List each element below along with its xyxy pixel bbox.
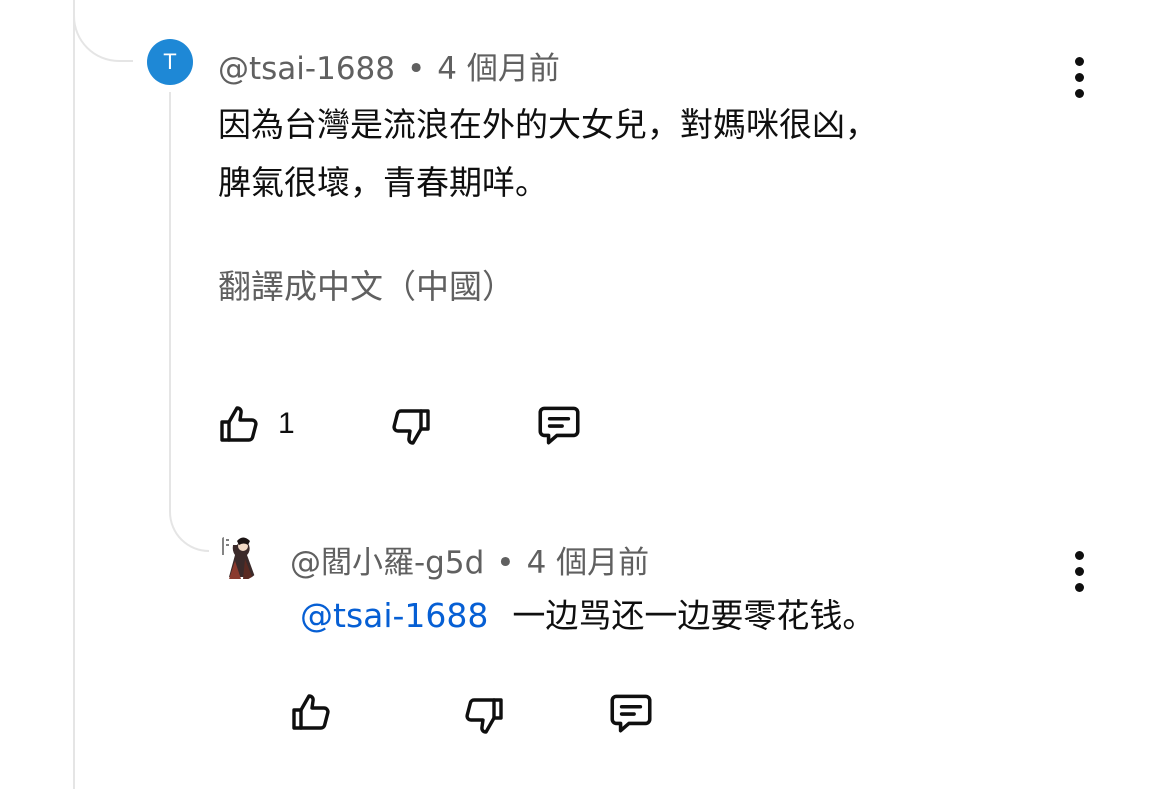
comment-text: 因為台灣是流浪在外的大女兒，對媽咪很凶， 脾氣很壞，青春期咩。 (218, 96, 878, 212)
comment-author[interactable]: @tsai-1688 (218, 51, 395, 87)
reply-button[interactable] (534, 400, 584, 450)
reply-icon (538, 406, 580, 445)
reply-text-content: 一边骂还一边要零花钱。 (512, 596, 876, 635)
parent-thread-line (73, 0, 75, 789)
dislike-button[interactable] (386, 403, 434, 451)
reply-mention-link[interactable]: @tsai-1688 (300, 596, 488, 635)
reply-like-button[interactable] (288, 688, 336, 736)
more-dot (1074, 89, 1084, 98)
reply-thread-line (169, 92, 171, 512)
reply-dislike-button[interactable] (459, 692, 507, 740)
translate-button[interactable]: 翻譯成中文（中國） (218, 260, 515, 308)
reply-author[interactable]: @閻小羅-g5d (290, 545, 484, 581)
comment-meta: @tsai-1688 • 4 個月前 (218, 43, 560, 88)
more-dot (1074, 583, 1084, 592)
reply-text: @tsai-1688 一边骂还一边要零花钱。 (300, 587, 875, 645)
comment-time[interactable]: 4 個月前 (437, 51, 560, 87)
avatar-image (215, 531, 263, 581)
reply-more-button[interactable] (1072, 551, 1086, 592)
reply-time[interactable]: 4 個月前 (527, 545, 650, 581)
thumb-up-icon (220, 406, 258, 442)
parent-thread-curve (73, 0, 133, 62)
thumb-up-icon (292, 694, 330, 730)
reply-avatar[interactable] (215, 531, 263, 581)
meta-separator: • (496, 545, 515, 581)
reply-reply-button[interactable] (606, 688, 656, 738)
reply-icon (610, 694, 652, 733)
meta-separator: • (407, 51, 426, 87)
like-button[interactable]: 1 (216, 400, 295, 448)
more-dot (1074, 73, 1084, 82)
comment-text-line: 脾氣很壞，青春期咩。 (218, 163, 548, 202)
comment-text-line: 因為台灣是流浪在外的大女兒，對媽咪很凶， (218, 105, 878, 144)
reply-meta: @閻小羅-g5d • 4 個月前 (290, 537, 649, 582)
like-count: 1 (278, 407, 295, 440)
thumb-down-icon (465, 698, 503, 734)
more-vertical-icon (1074, 551, 1084, 560)
more-dot (1074, 567, 1084, 576)
avatar[interactable]: T (147, 39, 193, 85)
thumb-down-icon (392, 409, 430, 445)
comment-more-button[interactable] (1072, 57, 1086, 98)
reply-thread-curve (169, 500, 209, 552)
more-vertical-icon (1074, 57, 1084, 66)
